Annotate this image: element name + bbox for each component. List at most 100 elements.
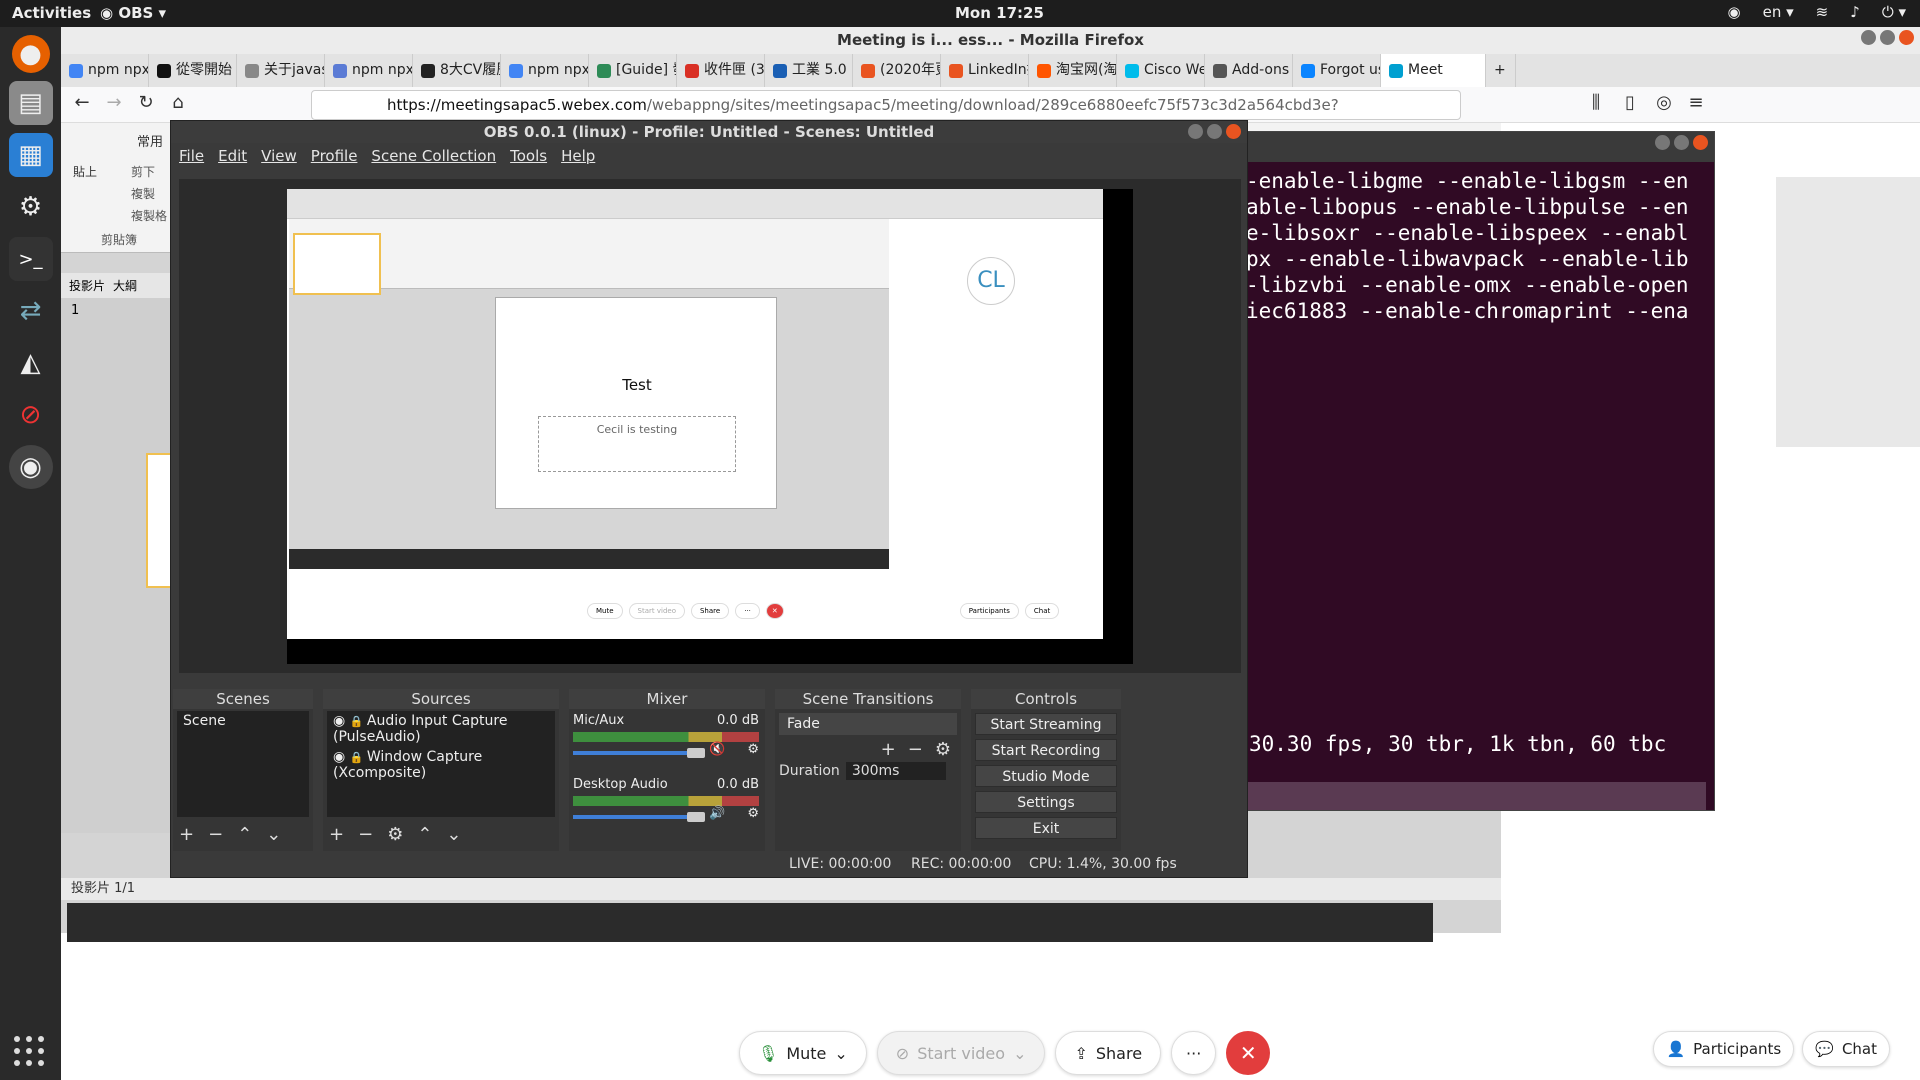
account-icon[interactable]: ◎ [1651,92,1677,118]
tab-outline[interactable]: 大綱 [113,277,137,294]
browser-tab[interactable]: 8大CV履歷 [413,54,501,87]
network-icon[interactable]: ≋ [1816,3,1829,21]
format-painter-button[interactable]: 複製格 [131,207,167,224]
terminal-icon[interactable]: >_ [8,237,53,281]
minimize-icon[interactable] [1861,30,1876,45]
forward-icon[interactable]: → [101,92,127,118]
duration-input[interactable]: 300ms [845,762,946,780]
copy-button[interactable]: 複製 [131,185,155,202]
home-icon[interactable]: ⌂ [165,92,191,118]
writer-icon[interactable]: ▦ [8,133,53,177]
scene-item[interactable]: Scene [177,711,309,731]
menu-item-edit[interactable]: Edit [218,147,247,165]
url-bar[interactable]: https://meetingsapac5.webex.com/webappng… [311,90,1461,142]
power-icon[interactable]: ⏻ ▾ [1882,3,1906,21]
browser-tab[interactable]: 淘宝网(淘 [1029,54,1117,87]
browser-tab[interactable]: [Guide] 發 [589,54,677,87]
add-transition-button[interactable]: + [881,739,896,760]
move-down-button[interactable]: ⌄ [266,824,281,845]
start-streaming-button[interactable]: Start Streaming [975,713,1117,735]
lock-icon[interactable]: 🔒 [350,715,367,728]
menu-item-profile[interactable]: Profile [311,147,358,165]
add-scene-button[interactable]: + [179,824,194,845]
menu-item-file[interactable]: File [179,147,204,165]
maximize-icon[interactable] [1207,124,1222,139]
paste-button[interactable]: 貼上 [73,163,97,180]
lock-icon[interactable]: 🔒 [350,751,367,764]
minimize-icon[interactable] [1655,135,1670,150]
reload-icon[interactable]: ↻ [133,92,159,118]
settings-icon[interactable]: ⚙ [9,185,53,229]
mute-button[interactable]: 🎙 Mute ⌄ [739,1031,867,1075]
channel-settings-icon[interactable]: ⚙ [747,742,759,757]
ribbon-tab-home[interactable]: 常用 [137,131,163,150]
language-indicator[interactable]: en ▾ [1763,3,1794,21]
browser-tab[interactable]: npm npx ir [61,54,149,87]
participants-button[interactable]: 👤 Participants [1653,1031,1795,1067]
library-icon[interactable]: ⫼ [1583,92,1609,118]
close-icon[interactable] [1693,135,1708,150]
speaker-icon[interactable]: 🔊 [709,806,725,821]
browser-tab[interactable]: Cisco Web [1117,54,1205,87]
transition-settings-icon[interactable]: ⚙ [935,739,951,760]
activities-button[interactable]: Activities [12,4,91,22]
volume-slider[interactable] [573,811,706,822]
add-source-button[interactable]: + [329,824,344,845]
browser-tab[interactable]: npm npx n [325,54,413,87]
source-properties-icon[interactable]: ⚙ [387,824,403,845]
channel-settings-icon[interactable]: ⚙ [747,806,759,821]
show-applications-icon[interactable] [14,1036,46,1068]
chat-button[interactable]: 💬 Chat [1802,1031,1890,1067]
browser-tab[interactable]: Add-ons M [1205,54,1293,87]
menu-icon[interactable]: ≡ [1683,92,1709,118]
menu-item-scene-collection[interactable]: Scene Collection [371,147,496,165]
move-up-button[interactable]: ⌃ [237,824,252,845]
browser-tab[interactable]: (2020年更 [853,54,941,87]
game-icon[interactable]: ◭ [9,341,53,385]
muted-speaker-icon[interactable]: 🔇 [709,742,725,757]
menu-item-tools[interactable]: Tools [510,147,547,165]
browser-tab[interactable]: 收件匣 (33 [677,54,765,87]
move-up-button[interactable]: ⌃ [417,824,432,845]
settings-button[interactable]: Settings [975,791,1117,813]
transition-select[interactable]: Fade [779,713,957,735]
move-down-button[interactable]: ⌄ [446,824,461,845]
obs-preview[interactable]: Test Cecil is testing CL Mute Start vide… [179,179,1241,673]
browser-tab[interactable]: LinkedIn找 [941,54,1029,87]
firefox-icon[interactable]: ● [11,35,50,73]
browser-tab[interactable]: Meet [1381,54,1486,87]
more-button[interactable]: ··· [1171,1031,1217,1075]
browser-tab[interactable]: npm npx 套 [501,54,589,87]
source-item[interactable]: ◉ 🔒 Audio Input Capture (PulseAudio) [327,711,555,747]
chevron-down-icon[interactable]: ⌄ [834,1044,847,1063]
remove-transition-button[interactable]: − [908,739,923,760]
browser-tab[interactable]: 工業 5.0 : [765,54,853,87]
sidebar-icon[interactable]: ▯ [1617,92,1643,118]
share-button[interactable]: ⇪ Share [1055,1031,1162,1075]
obs-tray-icon[interactable]: ◉ [1728,3,1741,21]
menu-item-view[interactable]: View [261,147,297,165]
obs-dock-icon[interactable]: ◉ [8,445,53,489]
remove-source-button[interactable]: − [358,824,373,845]
remove-scene-button[interactable]: − [208,824,223,845]
volume-slider[interactable] [573,747,706,758]
maximize-icon[interactable] [1674,135,1689,150]
browser-tab[interactable]: Forgot use [1293,54,1381,87]
volume-icon[interactable]: ♪ [1850,3,1860,21]
browser-tab[interactable]: 從零開始 [149,54,237,87]
exit-button[interactable]: Exit [975,817,1117,839]
visibility-eye-icon[interactable]: ◉ [333,713,350,729]
close-icon[interactable] [1899,30,1914,45]
close-icon[interactable] [1226,124,1241,139]
browser-tab[interactable]: 关于javasc [237,54,325,87]
source-item[interactable]: ◉ 🔒 Window Capture (Xcomposite) [327,747,555,783]
clock[interactable]: Mon 17:25 [955,4,1044,22]
tab-slides[interactable]: 投影片 [69,277,105,294]
minimize-icon[interactable] [1188,124,1203,139]
new-tab-button[interactable]: + [1486,54,1516,87]
chevron-down-icon[interactable]: ⌄ [1013,1044,1026,1063]
blocked-app-icon[interactable]: ⊘ [9,393,53,437]
menu-item-help[interactable]: Help [561,147,595,165]
visibility-eye-icon[interactable]: ◉ [333,749,350,765]
back-icon[interactable]: ← [69,92,95,118]
